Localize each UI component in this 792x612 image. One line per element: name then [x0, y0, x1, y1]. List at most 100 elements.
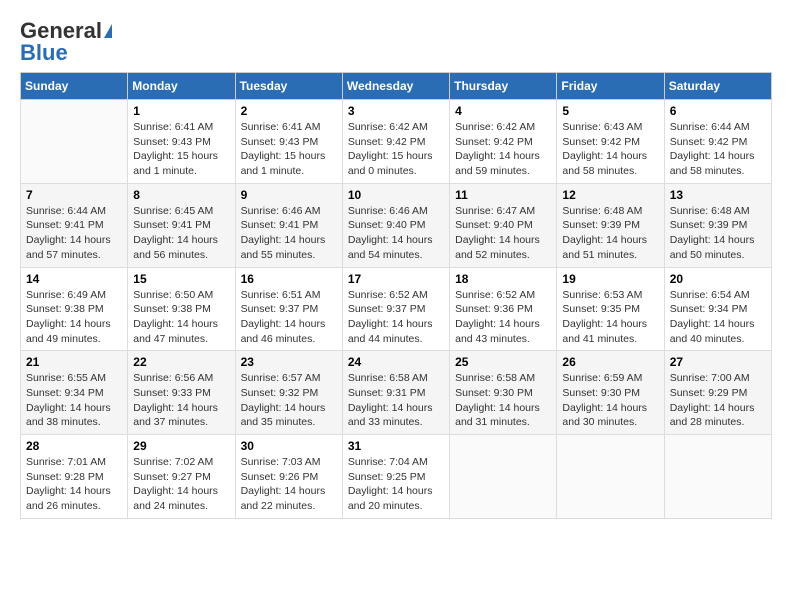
day-cell: [664, 435, 771, 519]
day-cell: [450, 435, 557, 519]
day-number: 19: [562, 272, 658, 286]
day-info: Sunrise: 6:41 AMSunset: 9:43 PMDaylight:…: [241, 120, 337, 179]
day-cell: 3 Sunrise: 6:42 AMSunset: 9:42 PMDaylight…: [342, 100, 449, 184]
day-info: Sunrise: 6:58 AMSunset: 9:30 PMDaylight:…: [455, 371, 551, 430]
day-cell: 14 Sunrise: 6:49 AMSunset: 9:38 PMDayligh…: [21, 267, 128, 351]
day-number: 27: [670, 355, 766, 369]
day-info: Sunrise: 6:47 AMSunset: 9:40 PMDaylight:…: [455, 204, 551, 263]
day-info: Sunrise: 6:44 AMSunset: 9:41 PMDaylight:…: [26, 204, 122, 263]
day-cell: 5 Sunrise: 6:43 AMSunset: 9:42 PMDaylight…: [557, 100, 664, 184]
day-cell: 2 Sunrise: 6:41 AMSunset: 9:43 PMDaylight…: [235, 100, 342, 184]
day-number: 28: [26, 439, 122, 453]
day-number: 14: [26, 272, 122, 286]
calendar-table: SundayMondayTuesdayWednesdayThursdayFrid…: [20, 72, 772, 519]
day-cell: 17 Sunrise: 6:52 AMSunset: 9:37 PMDayligh…: [342, 267, 449, 351]
day-number: 26: [562, 355, 658, 369]
week-row-3: 14 Sunrise: 6:49 AMSunset: 9:38 PMDayligh…: [21, 267, 772, 351]
column-header-monday: Monday: [128, 73, 235, 100]
day-cell: 29 Sunrise: 7:02 AMSunset: 9:27 PMDayligh…: [128, 435, 235, 519]
day-info: Sunrise: 7:00 AMSunset: 9:29 PMDaylight:…: [670, 371, 766, 430]
day-cell: 8 Sunrise: 6:45 AMSunset: 9:41 PMDaylight…: [128, 183, 235, 267]
day-info: Sunrise: 6:48 AMSunset: 9:39 PMDaylight:…: [562, 204, 658, 263]
logo: General Blue: [20, 20, 112, 64]
day-number: 2: [241, 104, 337, 118]
logo-general-text: General: [20, 20, 102, 42]
day-cell: 6 Sunrise: 6:44 AMSunset: 9:42 PMDaylight…: [664, 100, 771, 184]
column-header-friday: Friday: [557, 73, 664, 100]
day-cell: 1Sunrise: 6:41 AMSunset: 9:43 PMDaylight…: [128, 100, 235, 184]
day-cell: 30 Sunrise: 7:03 AMSunset: 9:26 PMDayligh…: [235, 435, 342, 519]
day-cell: 13Sunrise: 6:48 AMSunset: 9:39 PMDayligh…: [664, 183, 771, 267]
logo-icon: [104, 24, 112, 38]
day-info: Sunrise: 7:02 AMSunset: 9:27 PMDaylight:…: [133, 455, 229, 514]
day-cell: 22Sunrise: 6:56 AMSunset: 9:33 PMDayligh…: [128, 351, 235, 435]
day-number: 21: [26, 355, 122, 369]
day-info: Sunrise: 6:59 AMSunset: 9:30 PMDaylight:…: [562, 371, 658, 430]
day-cell: 21 Sunrise: 6:55 AMSunset: 9:34 PMDayligh…: [21, 351, 128, 435]
day-info: Sunrise: 6:45 AMSunset: 9:41 PMDaylight:…: [133, 204, 229, 263]
day-info: Sunrise: 6:57 AMSunset: 9:32 PMDaylight:…: [241, 371, 337, 430]
day-info: Sunrise: 6:55 AMSunset: 9:34 PMDaylight:…: [26, 371, 122, 430]
day-number: 7: [26, 188, 122, 202]
day-number: 12: [562, 188, 658, 202]
day-info: Sunrise: 7:04 AMSunset: 9:25 PMDaylight:…: [348, 455, 444, 514]
day-info: Sunrise: 6:53 AMSunset: 9:35 PMDaylight:…: [562, 288, 658, 347]
day-number: 17: [348, 272, 444, 286]
day-info: Sunrise: 6:54 AMSunset: 9:34 PMDaylight:…: [670, 288, 766, 347]
day-number: 11: [455, 188, 551, 202]
day-info: Sunrise: 7:01 AMSunset: 9:28 PMDaylight:…: [26, 455, 122, 514]
day-cell: [557, 435, 664, 519]
week-row-4: 21 Sunrise: 6:55 AMSunset: 9:34 PMDayligh…: [21, 351, 772, 435]
column-header-tuesday: Tuesday: [235, 73, 342, 100]
day-info: Sunrise: 6:46 AMSunset: 9:41 PMDaylight:…: [241, 204, 337, 263]
day-number: 15: [133, 272, 229, 286]
day-number: 5: [562, 104, 658, 118]
page-header: General Blue: [20, 20, 772, 64]
day-number: 24: [348, 355, 444, 369]
day-info: Sunrise: 6:52 AMSunset: 9:37 PMDaylight:…: [348, 288, 444, 347]
day-number: 16: [241, 272, 337, 286]
column-header-wednesday: Wednesday: [342, 73, 449, 100]
day-info: Sunrise: 6:44 AMSunset: 9:42 PMDaylight:…: [670, 120, 766, 179]
day-info: Sunrise: 6:46 AMSunset: 9:40 PMDaylight:…: [348, 204, 444, 263]
day-number: 6: [670, 104, 766, 118]
day-number: 3: [348, 104, 444, 118]
week-row-2: 7 Sunrise: 6:44 AMSunset: 9:41 PMDaylight…: [21, 183, 772, 267]
day-cell: 10 Sunrise: 6:46 AMSunset: 9:40 PMDayligh…: [342, 183, 449, 267]
day-number: 23: [241, 355, 337, 369]
day-number: 18: [455, 272, 551, 286]
day-cell: [21, 100, 128, 184]
week-row-1: 1Sunrise: 6:41 AMSunset: 9:43 PMDaylight…: [21, 100, 772, 184]
day-number: 10: [348, 188, 444, 202]
day-info: Sunrise: 6:42 AMSunset: 9:42 PMDaylight:…: [348, 120, 444, 179]
day-cell: 9 Sunrise: 6:46 AMSunset: 9:41 PMDaylight…: [235, 183, 342, 267]
day-number: 29: [133, 439, 229, 453]
column-header-saturday: Saturday: [664, 73, 771, 100]
day-cell: 19 Sunrise: 6:53 AMSunset: 9:35 PMDayligh…: [557, 267, 664, 351]
day-info: Sunrise: 6:50 AMSunset: 9:38 PMDaylight:…: [133, 288, 229, 347]
logo-blue-text: Blue: [20, 42, 68, 64]
day-number: 20: [670, 272, 766, 286]
day-info: Sunrise: 6:51 AMSunset: 9:37 PMDaylight:…: [241, 288, 337, 347]
column-header-sunday: Sunday: [21, 73, 128, 100]
day-cell: 7 Sunrise: 6:44 AMSunset: 9:41 PMDaylight…: [21, 183, 128, 267]
day-info: Sunrise: 6:43 AMSunset: 9:42 PMDaylight:…: [562, 120, 658, 179]
day-number: 9: [241, 188, 337, 202]
day-cell: 23 Sunrise: 6:57 AMSunset: 9:32 PMDayligh…: [235, 351, 342, 435]
day-cell: 12 Sunrise: 6:48 AMSunset: 9:39 PMDayligh…: [557, 183, 664, 267]
day-number: 30: [241, 439, 337, 453]
day-cell: 11 Sunrise: 6:47 AMSunset: 9:40 PMDayligh…: [450, 183, 557, 267]
day-info: Sunrise: 6:49 AMSunset: 9:38 PMDaylight:…: [26, 288, 122, 347]
day-info: Sunrise: 7:03 AMSunset: 9:26 PMDaylight:…: [241, 455, 337, 514]
day-cell: 15 Sunrise: 6:50 AMSunset: 9:38 PMDayligh…: [128, 267, 235, 351]
day-cell: 28 Sunrise: 7:01 AMSunset: 9:28 PMDayligh…: [21, 435, 128, 519]
day-cell: 24 Sunrise: 6:58 AMSunset: 9:31 PMDayligh…: [342, 351, 449, 435]
day-info: Sunrise: 6:41 AMSunset: 9:43 PMDaylight:…: [133, 120, 229, 179]
day-number: 22: [133, 355, 229, 369]
day-info: Sunrise: 6:58 AMSunset: 9:31 PMDaylight:…: [348, 371, 444, 430]
day-cell: 20 Sunrise: 6:54 AMSunset: 9:34 PMDayligh…: [664, 267, 771, 351]
day-cell: 27 Sunrise: 7:00 AMSunset: 9:29 PMDayligh…: [664, 351, 771, 435]
week-row-5: 28 Sunrise: 7:01 AMSunset: 9:28 PMDayligh…: [21, 435, 772, 519]
day-number: 8: [133, 188, 229, 202]
day-number: 4: [455, 104, 551, 118]
